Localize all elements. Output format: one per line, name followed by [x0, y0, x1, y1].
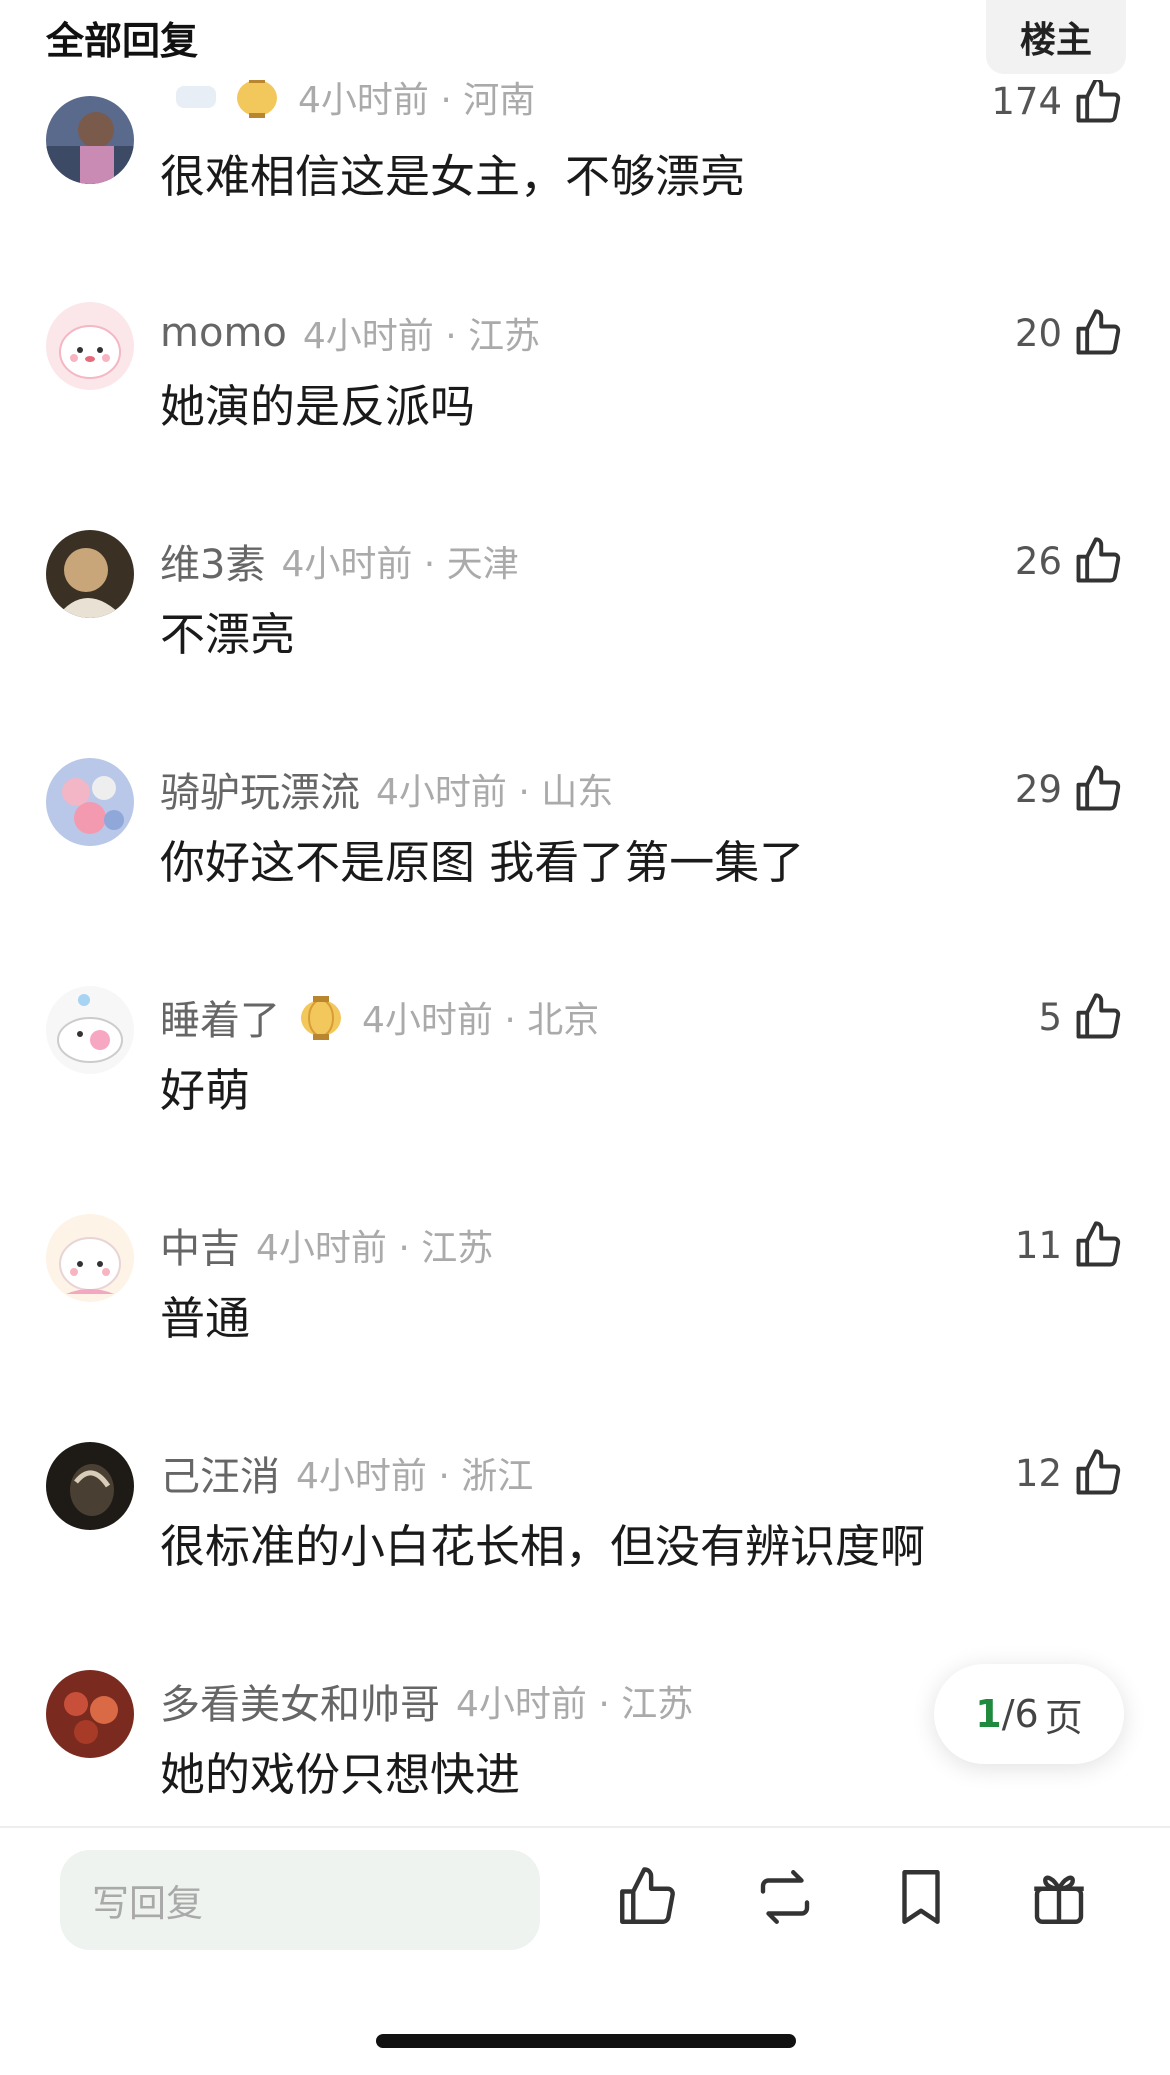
username[interactable]: 己汪消	[160, 1444, 280, 1502]
like-button[interactable]: 26	[1015, 534, 1124, 588]
time-location: 4小时前 · 江苏	[456, 1684, 694, 1725]
reply-placeholder: 写回复	[92, 1882, 203, 1925]
time-location: 4小时前 · 天津	[281, 544, 519, 585]
comment-item[interactable]: 4小时前 · 河南 174 很难相信这是女主，不够漂亮	[0, 77, 1170, 296]
like-button[interactable]: 12	[1015, 1446, 1124, 1500]
like-count: 20	[1014, 311, 1062, 355]
page-current: 1	[975, 1692, 1002, 1736]
like-count: 174	[991, 79, 1062, 123]
like-count: 12	[1014, 1451, 1062, 1495]
header: 全部回复 楼主	[0, 0, 1170, 80]
home-indicator	[376, 2034, 796, 2048]
like-button[interactable]: 174	[991, 74, 1124, 128]
comment-text: 你好这不是原图 我看了第一集了	[160, 836, 805, 889]
avatar-food-icon[interactable]	[46, 1670, 134, 1758]
avatar-girl-icon[interactable]	[46, 96, 134, 184]
comment-text: 她的戏份只想快进	[160, 1748, 521, 1801]
thumb-up-icon	[1076, 309, 1121, 355]
avatar-portrait-icon[interactable]	[46, 530, 134, 618]
like-count: 29	[1014, 767, 1062, 811]
like-button[interactable]: 29	[1015, 762, 1124, 816]
comment-item[interactable]: 骑驴玩漂流 4小时前 · 山东 29 你好这不是原图 我看了第一集了	[0, 758, 1170, 958]
comment-text: 普通	[160, 1292, 251, 1345]
comment-item[interactable]: 己汪消 4小时前 · 浙江 12 很标准的小白花长相，但没有辨识度啊	[0, 1442, 1170, 1642]
comment-item[interactable]: 维3素 4小时前 · 天津 26 不漂亮	[0, 530, 1170, 730]
username[interactable]: 维3素	[160, 532, 265, 590]
avatar-cartoon-icon[interactable]	[46, 986, 134, 1074]
thumb-up-icon	[1076, 537, 1121, 583]
avatar-dark-icon[interactable]	[46, 1442, 134, 1530]
page-indicator[interactable]: 1/6 页	[934, 1664, 1124, 1764]
time-location: 4小时前 · 江苏	[302, 316, 541, 357]
reply-input[interactable]: 写回复	[60, 1850, 540, 1950]
like-button[interactable]: 11	[1015, 1218, 1124, 1272]
username[interactable]: 中吉	[160, 1216, 240, 1274]
thumb-up-icon	[1076, 1449, 1121, 1495]
page-unit: 页	[1044, 1695, 1083, 1740]
time-location: 4小时前 · 浙江	[296, 1456, 534, 1497]
comment-item[interactable]: 睡着了 4小时前 · 北京 5 好萌	[0, 986, 1170, 1186]
repost-icon[interactable]	[752, 1864, 818, 1930]
thumb-up-icon	[1076, 1221, 1121, 1267]
username[interactable]: 睡着了	[160, 988, 280, 1046]
comment-text: 很标准的小白花长相，但没有辨识度啊	[160, 1520, 926, 1573]
username[interactable]: momo	[160, 310, 287, 356]
like-button[interactable]: 5	[1038, 990, 1124, 1044]
like-count: 11	[1014, 1223, 1062, 1267]
comment-item[interactable]: 中吉 4小时前 · 江苏 11 普通	[0, 1214, 1170, 1414]
thumb-up-icon	[1076, 993, 1121, 1039]
avatar-bunny-icon[interactable]	[46, 1214, 134, 1302]
comment-text: 她演的是反派吗	[160, 380, 476, 433]
comment-text: 很难相信这是女主，不够漂亮	[160, 150, 746, 203]
time-location: 4小时前 · 北京	[362, 1000, 600, 1041]
page-total: /6	[1001, 1692, 1039, 1736]
comment-text: 好萌	[160, 1064, 251, 1117]
avatar-flowers-icon[interactable]	[46, 758, 134, 846]
gift-icon[interactable]	[1026, 1864, 1092, 1930]
thumb-up-icon[interactable]	[614, 1864, 680, 1930]
bookmark-icon[interactable]	[888, 1864, 954, 1930]
thumb-up-icon	[1076, 765, 1121, 811]
like-button[interactable]: 20	[1015, 306, 1124, 360]
comment-text: 不漂亮	[160, 608, 296, 661]
like-count: 5	[1038, 995, 1062, 1039]
comment-item[interactable]: momo 4小时前 · 江苏 20 她演的是反派吗	[0, 302, 1170, 502]
like-count: 26	[1014, 539, 1062, 583]
page-title: 全部回复	[46, 19, 199, 63]
avatar-pink-bunny-icon[interactable]	[46, 302, 134, 390]
username[interactable]: 骑驴玩漂流	[160, 760, 360, 818]
bottom-bar: 写回复	[0, 1826, 1170, 2075]
thumb-up-icon	[1076, 77, 1121, 123]
comment-list: 4小时前 · 河南 174 很难相信这是女主，不够漂亮 momo 4小时前 · …	[0, 0, 1170, 1826]
op-only-button[interactable]: 楼主	[986, 0, 1126, 74]
username[interactable]: 多看美女和帅哥	[160, 1672, 440, 1730]
lantern-icon	[301, 996, 341, 1040]
avatar-frame-icon	[176, 86, 216, 108]
time-location: 4小时前 · 江苏	[256, 1228, 494, 1269]
time-location: 4小时前 · 山东	[376, 772, 614, 813]
